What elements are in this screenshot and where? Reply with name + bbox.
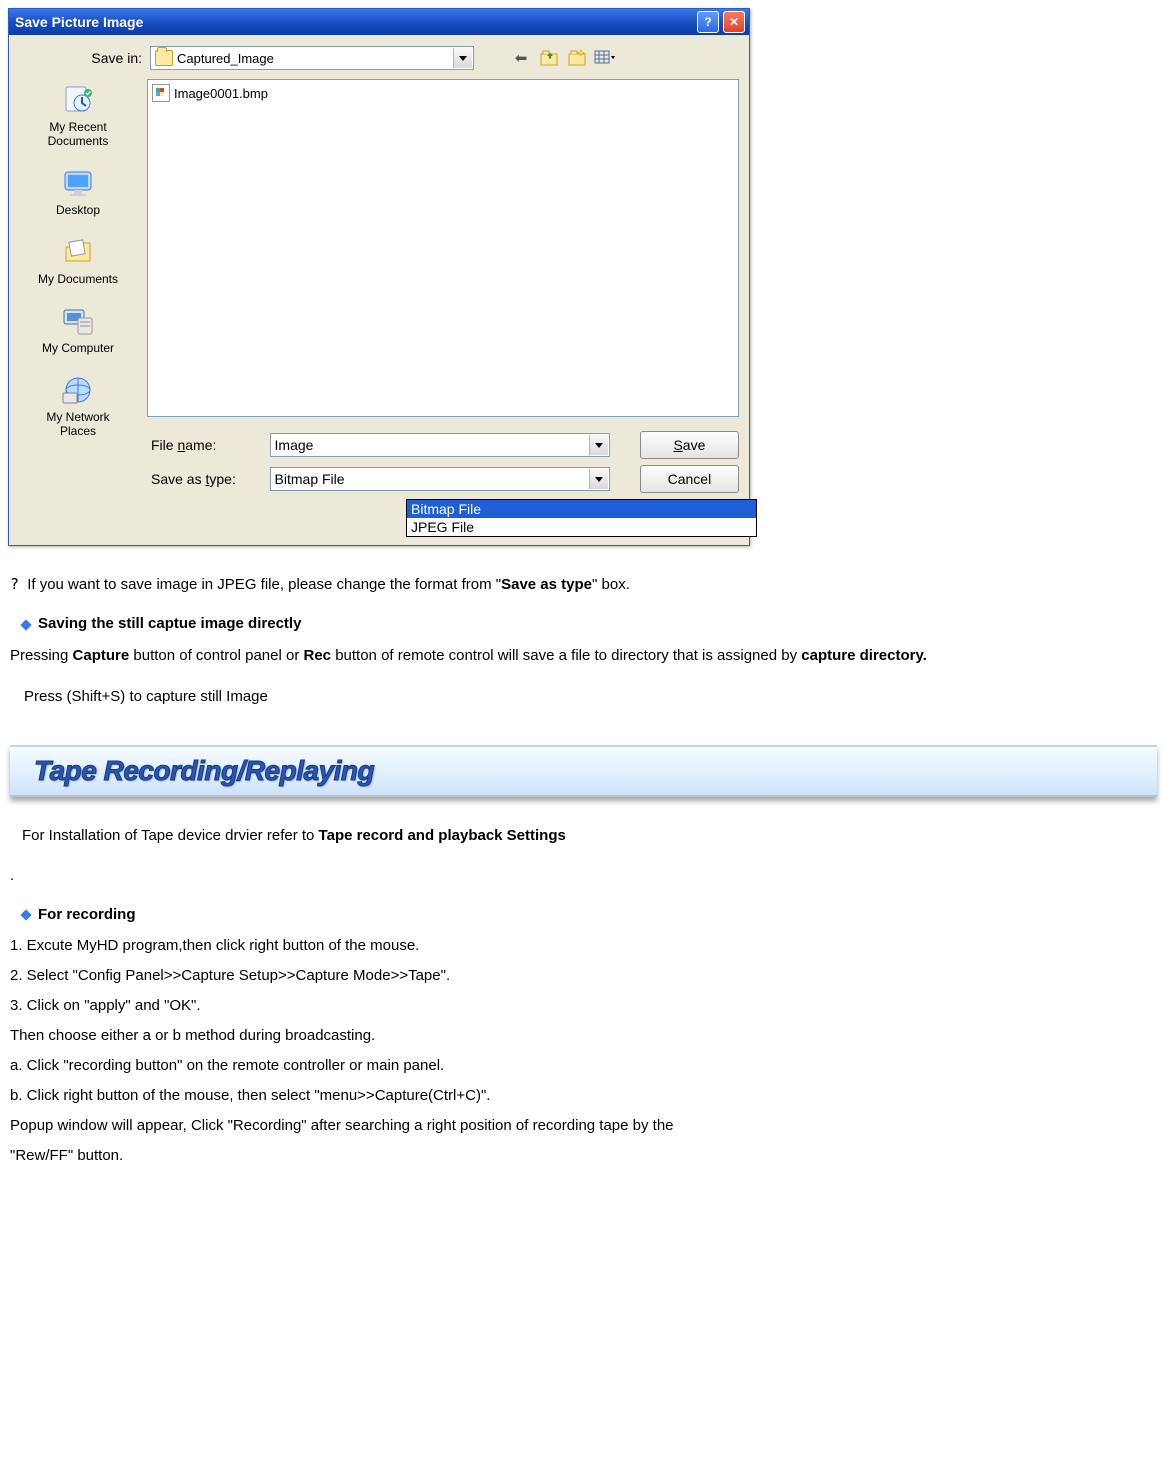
close-button[interactable]: ✕ (723, 11, 745, 33)
chevron-down-icon[interactable] (589, 469, 608, 489)
place-recent[interactable]: My Recent Documents (14, 83, 142, 148)
toolbar-icons: ⬅ (510, 47, 616, 69)
file-list[interactable]: Image0001.bmp (147, 79, 739, 417)
places-bar: My Recent Documents Desktop My Documents… (14, 79, 142, 456)
tip-paragraph: ? If you want to save image in JPEG file… (10, 572, 1157, 597)
save-button[interactable]: Save (640, 431, 739, 459)
bullet-icon (20, 619, 31, 630)
place-network[interactable]: My Network Places (14, 373, 142, 438)
question-mark-icon: ? (10, 575, 23, 593)
recent-docs-icon (60, 83, 96, 117)
heading-saving-direct: Saving the still captue image directly (10, 615, 1157, 632)
step: Then choose either a or b method during … (10, 1021, 1157, 1051)
heading-for-recording: For recording (10, 906, 1157, 923)
recording-steps: 1. Excute MyHD program,then click right … (10, 931, 1157, 1171)
window-title: Save Picture Image (15, 14, 697, 30)
up-one-level-icon[interactable] (538, 47, 560, 69)
option-bitmap[interactable]: Bitmap File (407, 500, 756, 518)
place-mydocs[interactable]: My Documents (14, 235, 142, 286)
network-places-icon (60, 373, 96, 407)
section-banner: Tape Recording/Replaying (10, 745, 1157, 797)
banner-title: Tape Recording/Replaying (34, 755, 374, 787)
back-icon[interactable]: ⬅ (510, 47, 532, 69)
place-label: My Computer (42, 341, 114, 355)
saveastype-options[interactable]: Bitmap File JPEG File (406, 499, 757, 537)
help-button[interactable]: ? (697, 11, 719, 33)
step: "Rew/FF" button. (10, 1141, 1157, 1171)
saveastype-label: Save as type: (147, 471, 270, 487)
place-desktop[interactable]: Desktop (14, 166, 142, 217)
mycomputer-icon (60, 304, 96, 338)
place-label: My Recent Documents (48, 120, 109, 148)
save-in-row: Save in: Captured_Image ⬅ (14, 43, 744, 73)
file-area: Image0001.bmp File name: Image Save Save… (147, 79, 739, 537)
step: 3. Click on "apply" and "OK". (10, 991, 1157, 1021)
save-in-value: Captured_Image (177, 51, 274, 66)
view-menu-icon[interactable] (594, 47, 616, 69)
file-name: Image0001.bmp (174, 86, 268, 101)
save-dialog: Save Picture Image ? ✕ Save in: Captured… (8, 8, 750, 546)
desktop-icon (60, 166, 96, 200)
form-rows: File name: Image Save Save as type: Bitm… (147, 431, 739, 493)
saveastype-dropdown[interactable]: Bitmap File (270, 467, 610, 491)
step: 2. Select "Config Panel>>Capture Setup>>… (10, 961, 1157, 991)
save-in-label: Save in: (14, 50, 150, 66)
place-label: Desktop (56, 203, 100, 217)
place-mycomputer[interactable]: My Computer (14, 304, 142, 355)
step: Popup window will appear, Click "Recordi… (10, 1111, 1157, 1141)
folder-icon (155, 50, 173, 66)
dialog-body: Save in: Captured_Image ⬅ (9, 35, 749, 545)
new-folder-icon[interactable] (566, 47, 588, 69)
shortcut-note: Press (Shift+S) to capture still Image (10, 688, 1157, 705)
step: b. Click right button of the mouse, then… (10, 1081, 1157, 1111)
bitmap-file-icon (152, 84, 170, 102)
chevron-down-icon[interactable] (453, 48, 472, 68)
filename-value: Image (275, 437, 314, 453)
dot-line: . (10, 864, 1157, 888)
place-label: My Documents (38, 272, 118, 286)
reference-line: For Installation of Tape device drvier r… (10, 827, 1157, 844)
saveastype-value: Bitmap File (275, 471, 345, 487)
titlebar: Save Picture Image ? ✕ (9, 9, 749, 35)
filename-input[interactable]: Image (270, 433, 610, 457)
step: 1. Excute MyHD program,then click right … (10, 931, 1157, 961)
cancel-button[interactable]: Cancel (640, 465, 739, 493)
document-content: ? If you want to save image in JPEG file… (0, 546, 1167, 1171)
mydocuments-icon (60, 235, 96, 269)
filename-label: File name: (147, 437, 270, 453)
step: a. Click "recording button" on the remot… (10, 1051, 1157, 1081)
save-in-dropdown[interactable]: Captured_Image (150, 46, 474, 70)
option-jpeg[interactable]: JPEG File (407, 518, 756, 536)
list-item[interactable]: Image0001.bmp (152, 84, 734, 102)
place-label: My Network Places (46, 410, 109, 438)
chevron-down-icon[interactable] (589, 435, 608, 455)
bullet-icon (20, 909, 31, 920)
paragraph-capture: Pressing Capture button of control panel… (10, 640, 1157, 672)
